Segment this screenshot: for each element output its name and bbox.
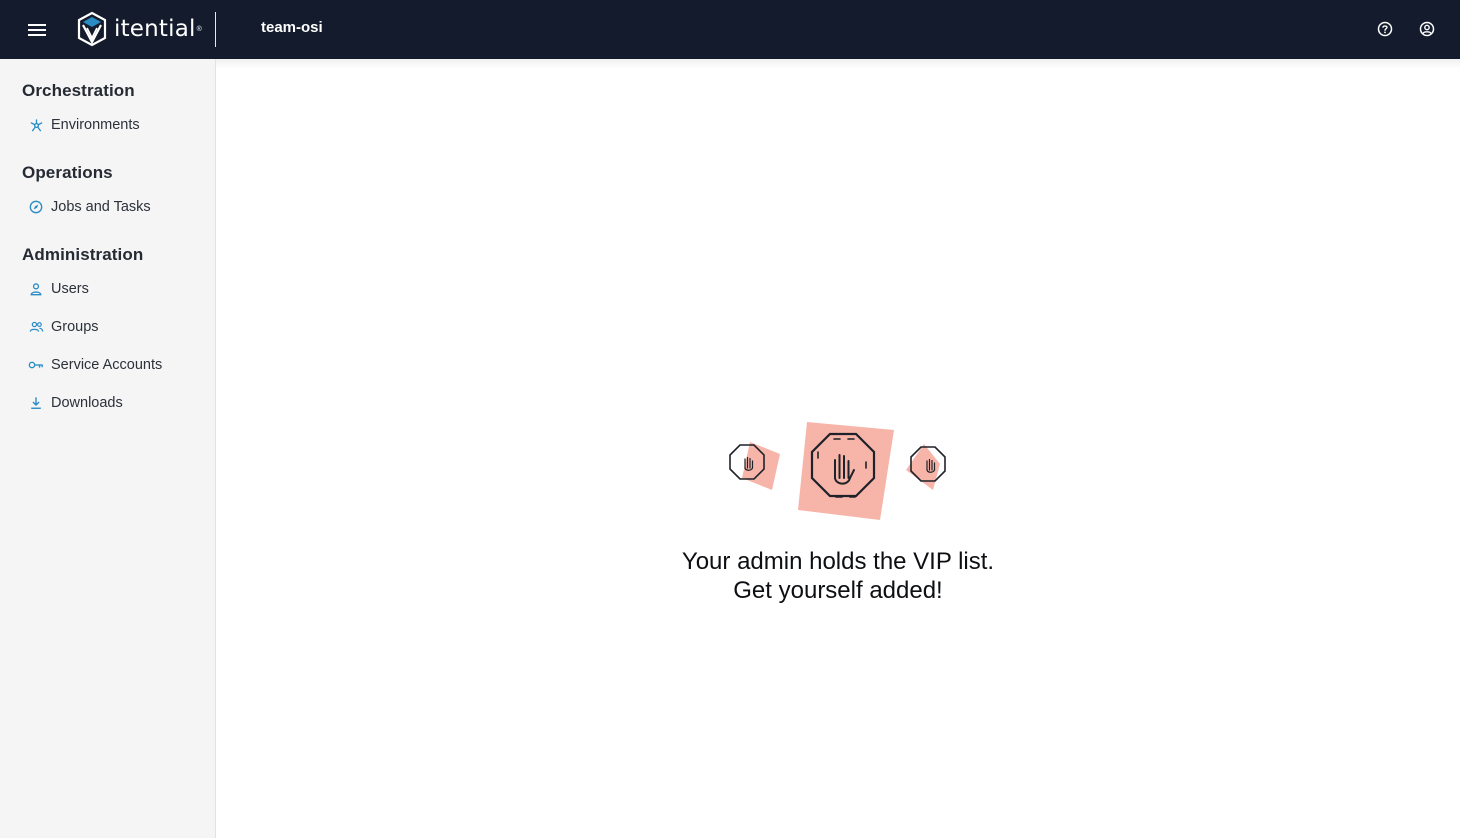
header-divider (215, 12, 216, 47)
sidebar-item-environments[interactable]: Environments (28, 113, 140, 137)
section-title-operations: Operations (22, 163, 113, 182)
menu-icon[interactable] (26, 19, 48, 41)
top-bar: itential ® team-osi (0, 0, 1460, 59)
environments-icon (28, 117, 44, 133)
key-icon (28, 357, 44, 373)
sidebar-item-label: Service Accounts (51, 357, 163, 373)
registered-mark: ® (196, 25, 202, 33)
itential-logo-icon (77, 11, 107, 47)
sidebar-item-jobs-and-tasks[interactable]: Jobs and Tasks (28, 195, 151, 219)
section-title-administration: Administration (22, 245, 144, 264)
itential-logo[interactable]: itential ® (76, 11, 202, 47)
sidebar-item-label: Users (51, 281, 89, 297)
access-message-line2: Get yourself added! (733, 577, 943, 604)
account-icon[interactable] (1417, 19, 1437, 39)
stop-sign-left-icon (729, 442, 780, 490)
sidebar-item-groups[interactable]: Groups (28, 315, 99, 339)
sidebar-item-downloads[interactable]: Downloads (28, 391, 123, 415)
sidebar-item-label: Downloads (51, 395, 123, 411)
sidebar-item-service-accounts[interactable]: Service Accounts (28, 353, 162, 377)
download-icon (28, 395, 44, 411)
team-name[interactable]: team-osi (261, 19, 323, 36)
group-icon (28, 319, 44, 335)
help-icon[interactable] (1375, 19, 1395, 39)
sidebar-item-label: Jobs and Tasks (51, 199, 151, 215)
stop-sign-center-icon (798, 422, 894, 520)
brand-name: itential (114, 16, 196, 42)
user-icon (28, 281, 44, 297)
sidebar-item-label: Environments (51, 117, 140, 133)
sidebar-item-label: Groups (51, 319, 99, 335)
access-message-line1: Your admin holds the VIP list. (681, 548, 995, 575)
stop-sign-right-icon (906, 444, 946, 490)
sidebar: Orchestration Environments Operations Jo… (0, 59, 216, 838)
sidebar-item-users[interactable]: Users (28, 277, 89, 301)
compass-icon (28, 199, 44, 215)
main-content: Your admin holds the VIP list. Get yours… (216, 59, 1460, 838)
section-title-orchestration: Orchestration (22, 81, 135, 100)
stop-hands-illustration (729, 422, 946, 520)
